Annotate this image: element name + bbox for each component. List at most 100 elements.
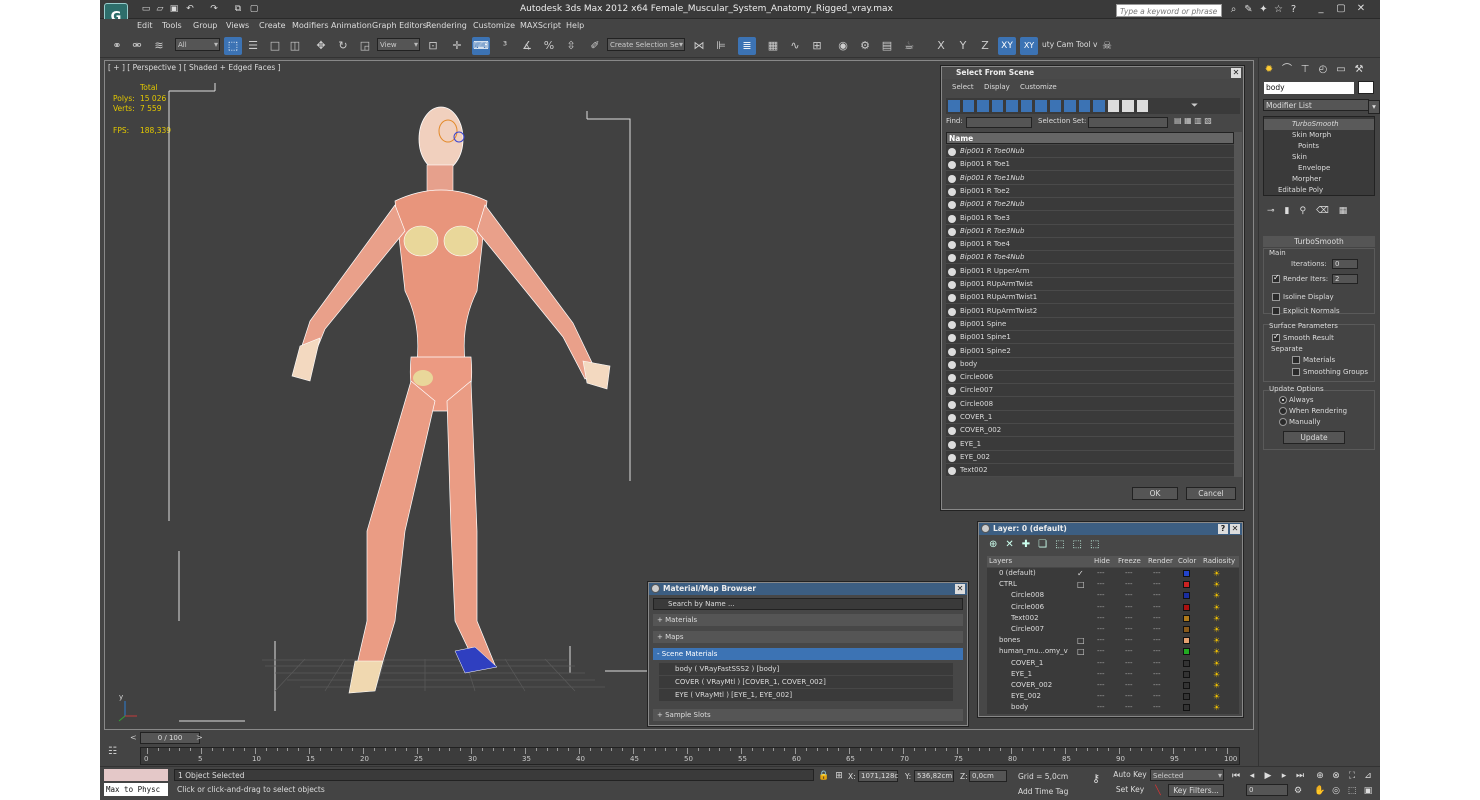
layer-toggle[interactable]: --- xyxy=(1097,702,1105,713)
radiosity-icon[interactable]: ☀ xyxy=(1213,579,1220,590)
coord-z-field[interactable]: 0,0cm xyxy=(969,770,1007,782)
layer-manager-icon[interactable]: ≣ xyxy=(738,37,756,55)
sfs-object-item[interactable]: Text002 xyxy=(946,464,1234,477)
help-icon[interactable]: ? xyxy=(1287,3,1300,16)
update-button[interactable]: Update xyxy=(1283,431,1345,444)
save-file-icon[interactable]: ▣ xyxy=(168,4,180,15)
coord-y-field[interactable]: 536,82cm xyxy=(914,770,954,782)
modify-tab-icon[interactable]: ⌒ xyxy=(1279,63,1295,77)
sfs-scrollbar[interactable] xyxy=(1234,132,1242,477)
time-slider-prev[interactable]: < xyxy=(130,733,137,742)
radiosity-icon[interactable]: ☀ xyxy=(1213,568,1220,579)
stack-item-skin[interactable]: Skin xyxy=(1264,152,1374,163)
rectangular-selection-icon[interactable]: □ xyxy=(266,37,284,55)
create-tab-icon[interactable]: ✹ xyxy=(1261,63,1277,77)
sfs-object-item[interactable]: Bip001 R Toe3Nub xyxy=(946,225,1234,238)
render-iters-spinner[interactable]: 2 xyxy=(1332,274,1358,284)
menu-edit[interactable]: Edit xyxy=(137,21,153,30)
sfs-object-item[interactable]: EYE_1 xyxy=(946,438,1234,451)
curve-editor-icon[interactable]: ∿ xyxy=(786,37,804,55)
layer-row[interactable]: EYE_002 --- --- --- ☀ xyxy=(987,691,1239,702)
layer-color-swatch[interactable] xyxy=(1183,670,1190,678)
sfs-selection-set-dropdown[interactable] xyxy=(1088,117,1168,128)
material-group-sample-slots[interactable]: + Sample Slots xyxy=(653,709,963,721)
project-folder-icon[interactable]: ⧉ xyxy=(232,4,244,15)
rendered-frame-icon[interactable]: ▤ xyxy=(878,37,896,55)
pan-view-icon[interactable]: ✋ xyxy=(1314,785,1326,797)
layer-toggle[interactable]: --- xyxy=(1125,702,1133,713)
close-window-button[interactable]: ✕ xyxy=(1354,3,1368,15)
update-manually-radio[interactable] xyxy=(1279,418,1287,426)
select-move-icon[interactable]: ✥ xyxy=(312,37,330,55)
layer-toggle[interactable]: --- xyxy=(1125,680,1133,691)
window-toggle-icon[interactable]: ▢ xyxy=(248,4,260,15)
radiosity-icon[interactable]: ☀ xyxy=(1213,658,1220,669)
stack-item-points[interactable]: Points xyxy=(1264,141,1374,152)
render-production-icon[interactable]: ☕ xyxy=(900,37,918,55)
layer-row[interactable]: human_mu...omy_v □ --- --- --- ☀ xyxy=(987,646,1239,657)
sfs-object-item[interactable]: Bip001 RUpArmTwist xyxy=(946,278,1234,291)
maximize-button[interactable]: ▢ xyxy=(1334,3,1348,15)
material-editor-icon[interactable]: ◉ xyxy=(834,37,852,55)
sfs-object-item[interactable]: Bip001 Spine1 xyxy=(946,331,1234,345)
select-from-scene-close-button[interactable]: ✕ xyxy=(1231,68,1241,78)
menu-maxscript[interactable]: MAXScript xyxy=(520,21,561,30)
menu-rendering[interactable]: Rendering xyxy=(426,21,467,30)
radiosity-icon[interactable]: ☀ xyxy=(1213,613,1220,624)
axis-x-button[interactable]: X xyxy=(932,37,950,55)
layer-row[interactable]: COVER_1 --- --- --- ☀ xyxy=(987,658,1239,669)
sfs-object-item[interactable]: EYE_002 xyxy=(946,451,1234,464)
sfs-name-column-header[interactable]: Name xyxy=(946,132,1234,144)
align-icon[interactable]: ⊫ xyxy=(712,37,730,55)
layer-toggle[interactable]: --- xyxy=(1153,590,1161,601)
layer-color-swatch[interactable] xyxy=(1183,603,1190,611)
play-icon[interactable]: ▶ xyxy=(1262,770,1274,782)
select-object-icon[interactable]: ⬚ xyxy=(224,37,242,55)
layer-toggle[interactable]: --- xyxy=(1097,579,1105,590)
schematic-view-icon[interactable]: ⊞ xyxy=(808,37,826,55)
layer-toolbar[interactable]: ⊕✕✚❏⬚⬚⬚ xyxy=(989,539,1139,553)
layer-toggle[interactable]: --- xyxy=(1153,613,1161,624)
menu-animation[interactable]: Animation xyxy=(331,21,372,30)
material-search-input[interactable]: Search by Name ... xyxy=(653,598,963,610)
explicit-normals-checkbox[interactable] xyxy=(1272,307,1280,315)
sfs-object-item[interactable]: Bip001 Spine2 xyxy=(946,345,1234,358)
sfs-object-item[interactable]: Circle007 xyxy=(946,384,1234,398)
layer-toggle[interactable]: --- xyxy=(1125,635,1133,646)
sfs-object-item[interactable]: Bip001 R Toe1 xyxy=(946,158,1234,172)
layer-toggle[interactable]: --- xyxy=(1125,646,1133,657)
sfs-object-item[interactable]: Bip001 RUpArmTwist2 xyxy=(946,305,1234,318)
sfs-find-input[interactable] xyxy=(966,117,1032,128)
sfs-object-item[interactable]: Bip001 Spine xyxy=(946,318,1234,331)
layer-row[interactable]: Text002 --- --- --- ☀ xyxy=(987,613,1239,624)
set-key-icon[interactable]: ⚷ xyxy=(1090,773,1102,785)
cam-tool-label[interactable]: uty Cam Tool v xyxy=(1042,40,1097,49)
layer-row[interactable]: COVER_002 --- --- --- ☀ xyxy=(987,680,1239,691)
add-time-tag[interactable]: Add Time Tag xyxy=(1018,787,1068,796)
layer-toggle[interactable]: --- xyxy=(1153,624,1161,635)
layer-current-marker[interactable]: □ xyxy=(1077,579,1085,590)
layer-toggle[interactable]: --- xyxy=(1097,590,1105,601)
layer-toggle[interactable]: --- xyxy=(1125,624,1133,635)
layer-row[interactable]: Circle008 --- --- --- ☀ xyxy=(987,590,1239,601)
current-frame-field[interactable]: 0 xyxy=(1246,784,1288,796)
menu-create[interactable]: Create xyxy=(259,21,286,30)
stack-item-skin-morph[interactable]: Skin Morph xyxy=(1264,130,1374,141)
layer-toggle[interactable]: --- xyxy=(1153,680,1161,691)
layer-col-render[interactable]: Render xyxy=(1148,555,1173,568)
isoline-checkbox[interactable] xyxy=(1272,293,1280,301)
edit-named-selection-icon[interactable]: ✐ xyxy=(586,37,604,55)
sfs-object-item[interactable]: Bip001 R Toe4Nub xyxy=(946,251,1234,265)
layer-toggle[interactable]: --- xyxy=(1153,602,1161,613)
menu-graph-editors[interactable]: Graph Editors xyxy=(372,21,427,30)
axis-y-button[interactable]: Y xyxy=(954,37,972,55)
layer-toggle[interactable]: --- xyxy=(1097,624,1105,635)
go-to-end-icon[interactable]: ⏭ xyxy=(1294,770,1306,782)
radiosity-icon[interactable]: ☀ xyxy=(1213,602,1220,613)
zoom-all-icon[interactable]: ⊗ xyxy=(1330,770,1342,782)
sfs-object-item[interactable]: Bip001 R Toe3 xyxy=(946,212,1234,225)
layer-toggle[interactable]: --- xyxy=(1097,602,1105,613)
select-link-icon[interactable]: ⚭ xyxy=(108,37,126,55)
maximize-viewport-icon[interactable]: ⛶ xyxy=(1346,770,1358,782)
sfs-object-item[interactable]: Bip001 R Toe1Nub xyxy=(946,172,1234,185)
